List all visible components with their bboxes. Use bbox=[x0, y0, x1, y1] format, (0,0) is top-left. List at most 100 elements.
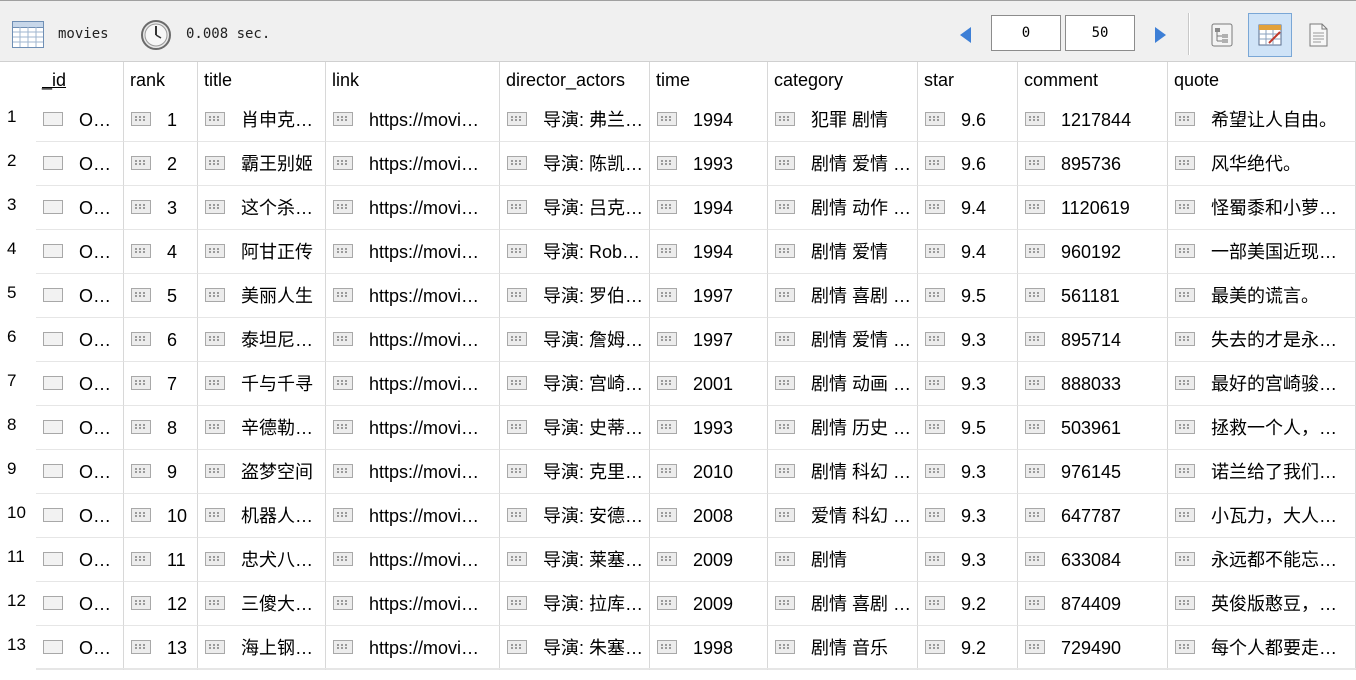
cell--id[interactable]: O… bbox=[36, 582, 124, 626]
cell-quote[interactable]: 一部美国近现代… bbox=[1168, 230, 1356, 274]
cell-category[interactable]: 剧情 历史 … bbox=[768, 406, 918, 450]
cell-rank[interactable]: 7 bbox=[124, 362, 198, 406]
cell-rank[interactable]: 11 bbox=[124, 538, 198, 582]
cell-time[interactable]: 1997 bbox=[650, 274, 768, 318]
cell--id[interactable]: O… bbox=[36, 274, 124, 318]
cell-rank[interactable]: 5 bbox=[124, 274, 198, 318]
cell-quote[interactable]: 小瓦力，大人生。 bbox=[1168, 494, 1356, 538]
cell-quote[interactable]: 最好的宫崎骏，… bbox=[1168, 362, 1356, 406]
cell-title[interactable]: 霸王别姬 bbox=[198, 142, 326, 186]
cell-link[interactable]: https://movi… bbox=[326, 538, 500, 582]
cell-comment[interactable]: 895714 bbox=[1018, 318, 1168, 362]
limit-input[interactable] bbox=[1065, 15, 1135, 51]
column-header-comment[interactable]: comment bbox=[1018, 62, 1168, 98]
cell-quote[interactable]: 英俊版憨豆，高… bbox=[1168, 582, 1356, 626]
table-row[interactable]: 12 O… 12 三傻大… https://movi… 导演: 拉库… 2009 剧情 喜剧 … bbox=[0, 582, 1356, 626]
cell-star[interactable]: 9.3 bbox=[918, 494, 1018, 538]
cell-link[interactable]: https://movi… bbox=[326, 274, 500, 318]
cell-link[interactable]: https://movi… bbox=[326, 318, 500, 362]
cell-star[interactable]: 9.6 bbox=[918, 142, 1018, 186]
cell-director-actors[interactable]: 导演: 罗伯… bbox=[500, 274, 650, 318]
cell-title[interactable]: 千与千寻 bbox=[198, 362, 326, 406]
column-header--id[interactable]: _id bbox=[36, 62, 124, 98]
cell-title[interactable]: 美丽人生 bbox=[198, 274, 326, 318]
cell-title[interactable]: 这个杀… bbox=[198, 186, 326, 230]
column-header-director-actors[interactable]: director_actors bbox=[500, 62, 650, 98]
cell-time[interactable]: 1993 bbox=[650, 406, 768, 450]
cell-link[interactable]: https://movi… bbox=[326, 230, 500, 274]
cell-time[interactable]: 1998 bbox=[650, 626, 768, 670]
cell-star[interactable]: 9.4 bbox=[918, 230, 1018, 274]
cell-comment[interactable]: 647787 bbox=[1018, 494, 1168, 538]
table-view-button[interactable] bbox=[1248, 13, 1292, 57]
column-header-rank[interactable]: rank bbox=[124, 62, 198, 98]
cell-quote[interactable]: 每个人都要走一… bbox=[1168, 626, 1356, 670]
cell-comment[interactable]: 561181 bbox=[1018, 274, 1168, 318]
cell--id[interactable]: O… bbox=[36, 230, 124, 274]
table-row[interactable]: 7 O… 7 千与千寻 https://movi… 导演: 宫崎… 2001 剧情 动画 … 9… bbox=[0, 362, 1356, 406]
cell-quote[interactable]: 拯救一个人，就… bbox=[1168, 406, 1356, 450]
cell-category[interactable]: 剧情 动画 … bbox=[768, 362, 918, 406]
cell-time[interactable]: 1994 bbox=[650, 230, 768, 274]
cell-link[interactable]: https://movi… bbox=[326, 186, 500, 230]
column-header-link[interactable]: link bbox=[326, 62, 500, 98]
cell-director-actors[interactable]: 导演: 陈凯… bbox=[500, 142, 650, 186]
cell-time[interactable]: 2008 bbox=[650, 494, 768, 538]
cell-link[interactable]: https://movi… bbox=[326, 142, 500, 186]
previous-page-icon[interactable] bbox=[958, 26, 974, 44]
cell--id[interactable]: O… bbox=[36, 494, 124, 538]
cell-link[interactable]: https://movi… bbox=[326, 494, 500, 538]
cell-comment[interactable]: 1120619 bbox=[1018, 186, 1168, 230]
cell--id[interactable]: O… bbox=[36, 318, 124, 362]
cell-title[interactable]: 三傻大… bbox=[198, 582, 326, 626]
cell-rank[interactable]: 10 bbox=[124, 494, 198, 538]
cell-time[interactable]: 1997 bbox=[650, 318, 768, 362]
cell-director-actors[interactable]: 导演: Rob… bbox=[500, 230, 650, 274]
cell--id[interactable]: O… bbox=[36, 98, 124, 142]
cell-title[interactable]: 辛德勒… bbox=[198, 406, 326, 450]
cell-quote[interactable]: 风华绝代。 bbox=[1168, 142, 1356, 186]
cell-director-actors[interactable]: 导演: 朱塞… bbox=[500, 626, 650, 670]
cell-star[interactable]: 9.3 bbox=[918, 318, 1018, 362]
table-row[interactable]: 10 O… 10 机器人… https://movi… 导演: 安德… 2008 爱情 科幻 … bbox=[0, 494, 1356, 538]
cell-rank[interactable]: 6 bbox=[124, 318, 198, 362]
cell-director-actors[interactable]: 导演: 拉库… bbox=[500, 582, 650, 626]
text-view-button[interactable] bbox=[1296, 13, 1340, 57]
cell-category[interactable]: 剧情 音乐 bbox=[768, 626, 918, 670]
cell-category[interactable]: 剧情 科幻 … bbox=[768, 450, 918, 494]
cell-quote[interactable]: 最美的谎言。 bbox=[1168, 274, 1356, 318]
cell-category[interactable]: 剧情 bbox=[768, 538, 918, 582]
column-header-title[interactable]: title bbox=[198, 62, 326, 98]
cell-title[interactable]: 忠犬八… bbox=[198, 538, 326, 582]
cell-title[interactable]: 肖申克… bbox=[198, 98, 326, 142]
cell-time[interactable]: 1994 bbox=[650, 98, 768, 142]
cell-quote[interactable]: 失去的才是永恒… bbox=[1168, 318, 1356, 362]
cell-star[interactable]: 9.2 bbox=[918, 582, 1018, 626]
cell-director-actors[interactable]: 导演: 安德… bbox=[500, 494, 650, 538]
cell-title[interactable]: 机器人… bbox=[198, 494, 326, 538]
cell-star[interactable]: 9.2 bbox=[918, 626, 1018, 670]
cell-category[interactable]: 剧情 爱情 bbox=[768, 230, 918, 274]
cell-director-actors[interactable]: 导演: 史蒂… bbox=[500, 406, 650, 450]
cell-rank[interactable]: 12 bbox=[124, 582, 198, 626]
cell-comment[interactable]: 874409 bbox=[1018, 582, 1168, 626]
cell-comment[interactable]: 633084 bbox=[1018, 538, 1168, 582]
cell-rank[interactable]: 9 bbox=[124, 450, 198, 494]
cell-quote[interactable]: 希望让人自由。 bbox=[1168, 98, 1356, 142]
cell-star[interactable]: 9.5 bbox=[918, 274, 1018, 318]
cell-category[interactable]: 剧情 喜剧 … bbox=[768, 582, 918, 626]
cell-star[interactable]: 9.5 bbox=[918, 406, 1018, 450]
cell-link[interactable]: https://movi… bbox=[326, 450, 500, 494]
cell-title[interactable]: 泰坦尼… bbox=[198, 318, 326, 362]
cell-director-actors[interactable]: 导演: 克里… bbox=[500, 450, 650, 494]
cell-quote[interactable]: 永远都不能忘记… bbox=[1168, 538, 1356, 582]
cell-star[interactable]: 9.3 bbox=[918, 538, 1018, 582]
cell-title[interactable]: 阿甘正传 bbox=[198, 230, 326, 274]
column-header-star[interactable]: star bbox=[918, 62, 1018, 98]
cell-star[interactable]: 9.3 bbox=[918, 450, 1018, 494]
cell-link[interactable]: https://movi… bbox=[326, 406, 500, 450]
cell-rank[interactable]: 1 bbox=[124, 98, 198, 142]
table-row[interactable]: 4 O… 4 阿甘正传 https://movi… 导演: Rob… 1994 剧情 爱情 9.… bbox=[0, 230, 1356, 274]
cell-director-actors[interactable]: 导演: 莱塞… bbox=[500, 538, 650, 582]
cell-comment[interactable]: 503961 bbox=[1018, 406, 1168, 450]
